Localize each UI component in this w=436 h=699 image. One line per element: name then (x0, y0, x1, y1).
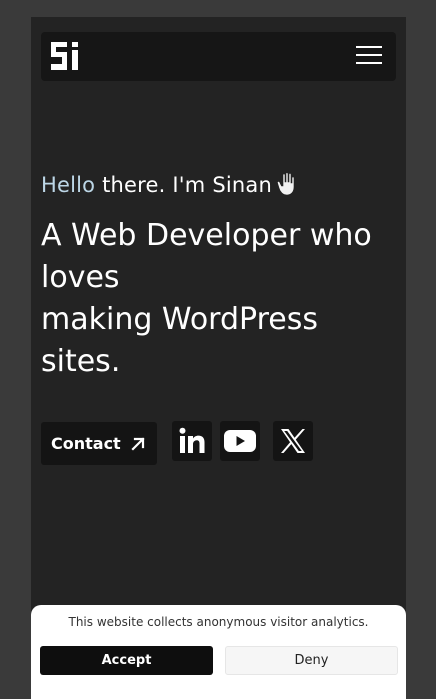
greeting-text: there. I'm Sinan (95, 173, 272, 197)
greeting: Hello there. I'm Sinan (41, 172, 298, 197)
headline-line: sites. (41, 344, 121, 379)
contact-button[interactable]: Contact (41, 422, 157, 465)
navbar (41, 32, 396, 81)
hamburger-menu-icon (356, 46, 382, 48)
youtube-icon (224, 430, 256, 452)
deny-button[interactable]: Deny (225, 646, 398, 675)
x-twitter-link[interactable] (273, 421, 313, 461)
youtube-link[interactable] (220, 421, 260, 461)
accept-button[interactable]: Accept (40, 646, 213, 675)
x-twitter-icon (281, 429, 305, 453)
contact-button-label: Contact (51, 434, 121, 453)
arrow-up-right-icon (131, 436, 145, 451)
si-logo-icon[interactable] (51, 42, 81, 72)
linkedin-link[interactable] (172, 421, 212, 461)
headline-line: loves (41, 260, 120, 295)
waving-hand-icon (277, 172, 295, 196)
cookie-banner-text: This website collects anonymous visitor … (68, 615, 369, 629)
headline-line: A Web Developer who (41, 218, 372, 253)
linkedin-icon (179, 427, 205, 453)
page-frame: Hello there. I'm Sinan A Web Developer w… (31, 17, 406, 699)
cookie-banner: This website collects anonymous visitor … (31, 605, 406, 699)
greeting-highlight: Hello (41, 173, 96, 197)
headline: A Web Developer who loves making WordPre… (41, 215, 391, 383)
headline-line: making WordPress (41, 302, 318, 337)
menu-button[interactable] (356, 46, 382, 66)
